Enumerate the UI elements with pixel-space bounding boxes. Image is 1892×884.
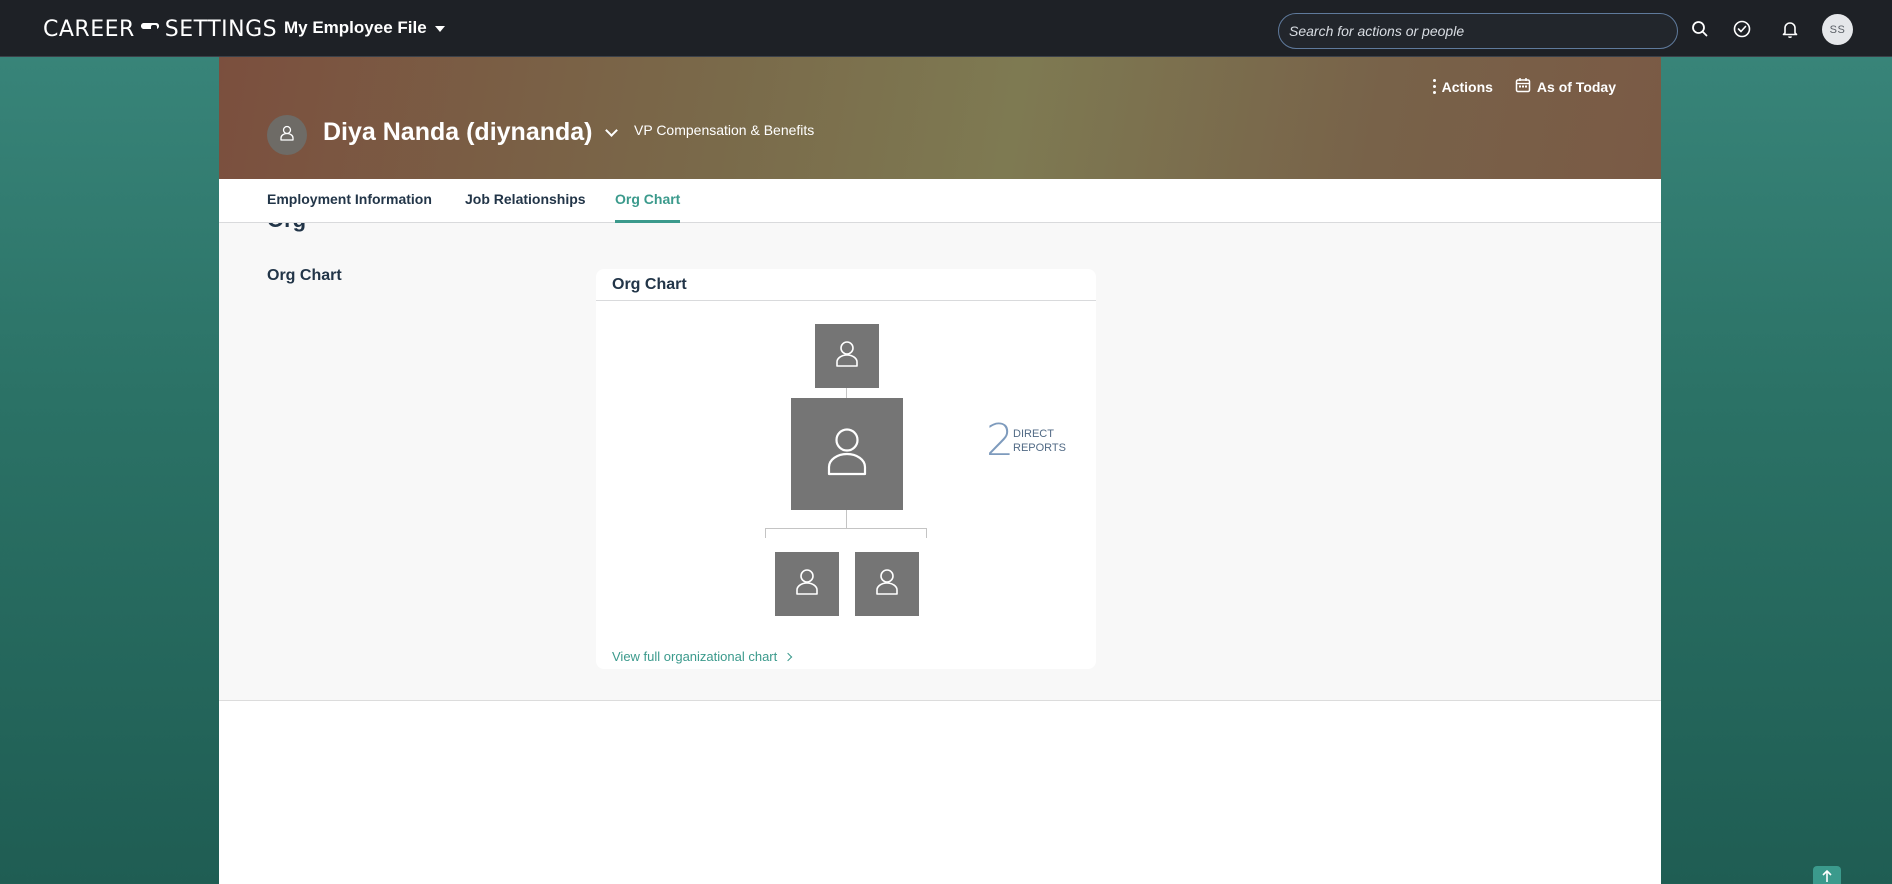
employee-name-switcher[interactable]: Diya Nanda (diynanda) (323, 118, 618, 147)
search-icon[interactable] (1689, 18, 1711, 40)
menu-label: My Employee File (284, 18, 427, 37)
employee-name: Diya Nanda (diynanda) (323, 118, 593, 146)
scroll-to-top-button[interactable] (1813, 866, 1841, 884)
logo-text-right: SETTINGS (164, 17, 278, 42)
view-full-org-chart-link[interactable]: View full organizational chart (612, 649, 793, 664)
search-field[interactable] (1278, 13, 1678, 49)
company-logo[interactable]: CAREER SETTINGS (43, 17, 277, 42)
employee-file-menu-button[interactable]: My Employee File (284, 18, 445, 38)
arrow-up-icon (1821, 869, 1833, 884)
search-input[interactable] (1289, 23, 1659, 39)
direct-report-node[interactable] (855, 552, 919, 616)
chevron-right-icon (784, 652, 793, 661)
current-employee-node[interactable] (791, 398, 903, 510)
person-icon (278, 124, 296, 147)
profile-tabs: Employment Information Job Relationships… (219, 179, 1661, 223)
connector-line (846, 388, 847, 398)
connector-line (926, 528, 927, 538)
tab-job-relationships[interactable]: Job Relationships (465, 179, 586, 223)
org-chart-section: Org Org Chart Org Chart (219, 223, 1661, 701)
more-vertical-icon (1432, 79, 1436, 94)
profile-header: Actions As of Today Diya Nanda (diynanda… (219, 57, 1661, 179)
as-of-date-button[interactable]: As of Today (1515, 77, 1616, 96)
section-label: Org Chart (267, 267, 342, 284)
user-avatar[interactable]: SS (1822, 14, 1853, 45)
connector-line (765, 528, 927, 529)
profile-avatar[interactable] (267, 115, 307, 155)
direct-reports-count: 2 (986, 415, 1014, 466)
actions-button[interactable]: Actions (1432, 78, 1493, 95)
view-link-label: View full organizational chart (612, 649, 778, 664)
section-heading: Org (267, 223, 306, 233)
chevron-down-icon (604, 124, 618, 137)
calendar-icon (1515, 77, 1531, 96)
person-icon (874, 568, 900, 601)
logo-text-left: CAREER (43, 17, 135, 42)
connector-line (765, 528, 766, 538)
avatar-initials: SS (1829, 23, 1846, 36)
logo-mark-icon (140, 22, 159, 37)
manager-node[interactable] (815, 324, 879, 388)
person-icon (825, 427, 869, 482)
tab-org-chart[interactable]: Org Chart (615, 179, 681, 223)
caret-down-icon (434, 26, 445, 32)
card-title: Org Chart (596, 269, 1096, 301)
employee-file-panel: Actions As of Today Diya Nanda (diynanda… (219, 57, 1661, 884)
employee-job-title: VP Compensation & Benefits (634, 122, 815, 138)
tab-employment-information[interactable]: Employment Information (267, 179, 432, 223)
as-of-label: As of Today (1536, 78, 1616, 95)
shell-bar: CAREER SETTINGS My Employee File SS (0, 0, 1892, 57)
direct-report-node[interactable] (775, 552, 839, 616)
header-actions: Actions As of Today (1432, 77, 1616, 96)
org-chart-card: Org Chart 2 DIRECT REPORTS View full org… (596, 269, 1096, 669)
person-icon (794, 568, 820, 601)
person-icon (834, 340, 860, 373)
bell-icon[interactable] (1779, 18, 1801, 40)
task-check-icon[interactable] (1731, 18, 1753, 40)
connector-line (846, 510, 847, 528)
direct-reports-label: DIRECT REPORTS (1013, 428, 1066, 454)
actions-label: Actions (1441, 78, 1493, 95)
